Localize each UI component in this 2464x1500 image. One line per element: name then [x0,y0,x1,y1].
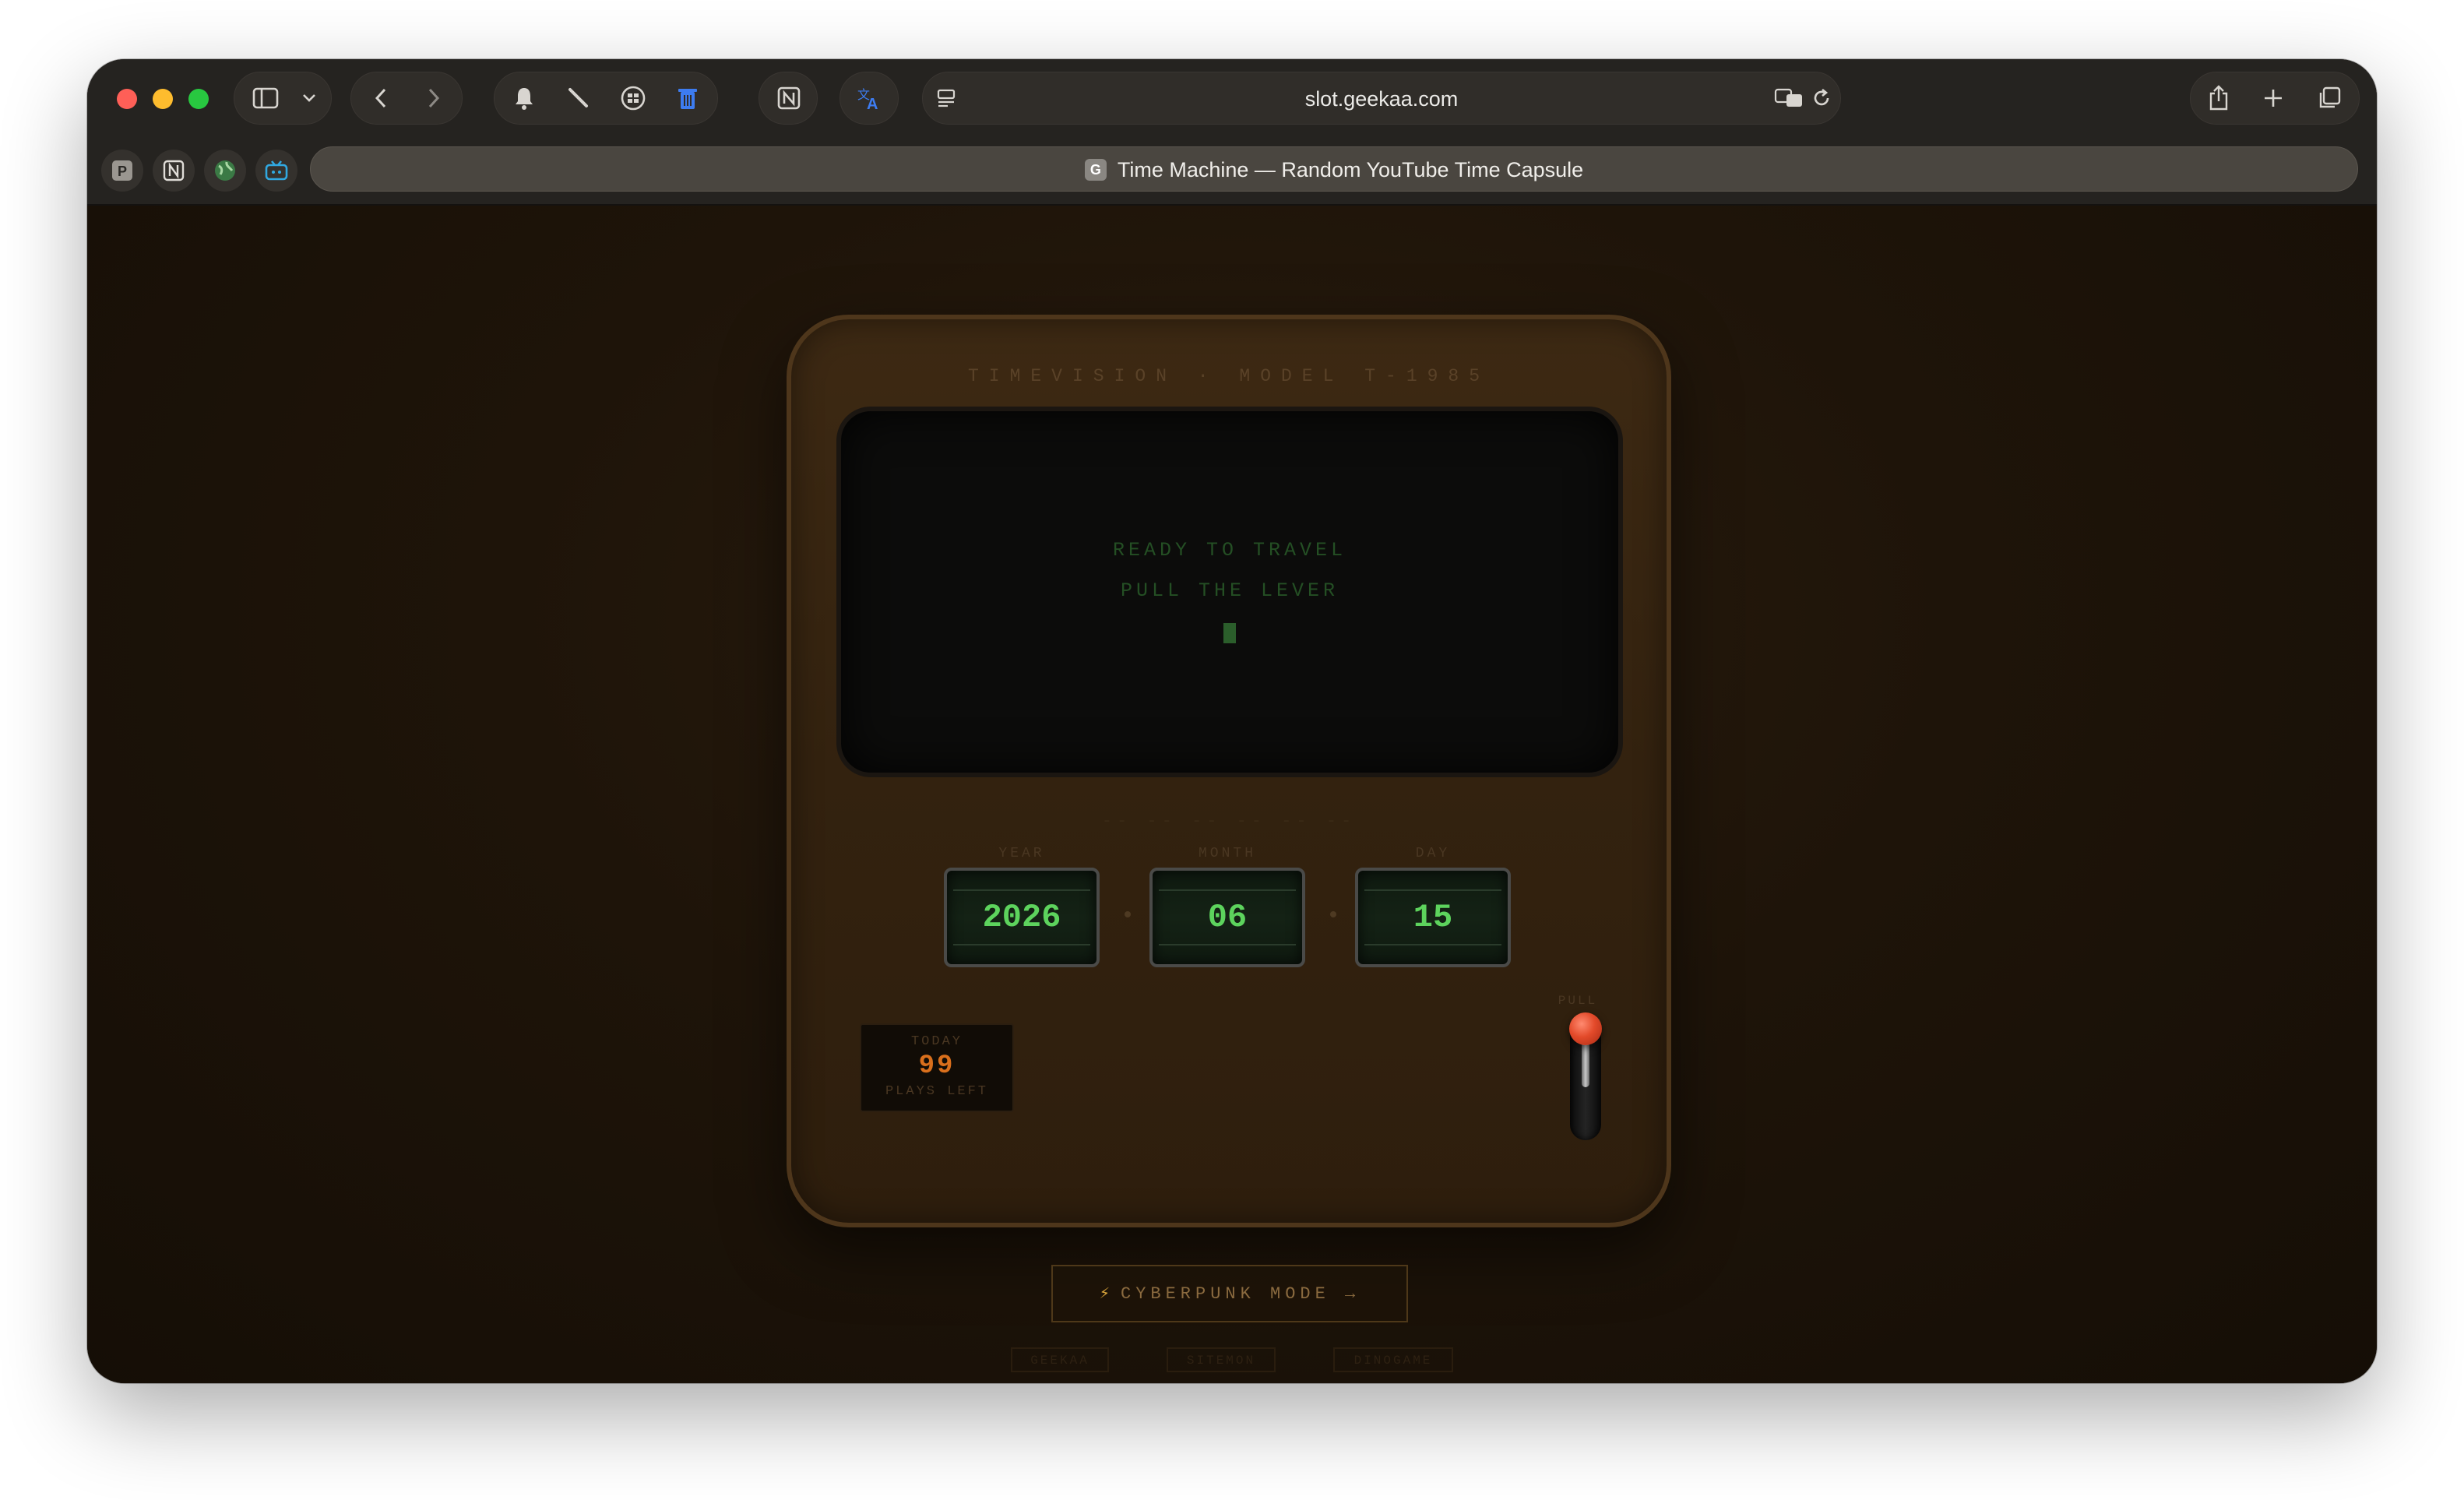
tab-favicon: G [1084,158,1107,181]
month-dial[interactable]: 06 [1149,868,1305,967]
trash-icon[interactable] [677,86,699,111]
notion-icon[interactable] [776,86,801,111]
month-value: 06 [1207,899,1248,936]
plays-left-counter: TODAY 99 PLAYS LEFT [860,1023,1014,1112]
footer-link-dinogame[interactable]: DINOGAME [1333,1347,1453,1372]
screen-instruction-line: PULL THE LEVER [1120,579,1339,602]
pinned-tab-p[interactable]: P [101,150,143,192]
address-bar[interactable]: slot.geekaa.com [922,72,1841,125]
notion-icon [163,160,185,181]
date-separator-dot [1330,911,1336,917]
blinking-cursor [1223,623,1236,643]
share-icon[interactable] [2208,84,2230,112]
time-machine-cabinet: TIMEVISION · MODEL T-1985 READY TO TRAVE… [787,315,1671,1227]
tab-title-row: G Time Machine — Random YouTube Time Caps… [311,147,2357,192]
translate-page-icon[interactable] [1774,87,1804,109]
globe-icon [213,159,237,182]
day-dial[interactable]: 15 [1355,868,1511,967]
active-tab[interactable]: G Time Machine — Random YouTube Time Caps… [310,146,2358,192]
counter-value: 99 [918,1051,956,1081]
grid-badge-icon[interactable] [620,85,646,111]
date-separator-dot [1125,911,1131,917]
pinned-tab-notion[interactable] [153,150,195,192]
navigation-pill [350,72,463,125]
bell-icon[interactable] [513,86,535,111]
translate-pill: 文A [840,72,899,125]
chevron-down-icon[interactable] [301,93,317,104]
pen-icon[interactable] [566,86,591,111]
footer-link-sitemon[interactable]: SITEMON [1167,1347,1276,1372]
notion-pill [759,72,818,125]
crt-screen: READY TO TRAVEL PULL THE LEVER [836,407,1623,777]
forward-icon[interactable] [428,87,440,109]
window-actions-pill [2190,72,2360,125]
tab-overview-icon[interactable] [2317,86,2342,111]
year-dial[interactable]: 2026 [944,868,1100,967]
url-text[interactable]: slot.geekaa.com [923,72,1840,125]
zoom-window-button[interactable] [188,89,209,109]
back-icon[interactable] [375,87,387,109]
extensions-pill [494,72,718,125]
tab-title: Time Machine — Random YouTube Time Capsu… [1117,158,1584,181]
day-value: 15 [1413,899,1453,936]
screen-status-line: READY TO TRAVEL [1112,539,1347,562]
pinned-tab-globe[interactable] [204,150,246,192]
svg-text:P: P [118,164,127,179]
counter-plays-left-label: PLAYS LEFT [885,1084,989,1099]
tv-icon [264,160,289,181]
model-label: TIMEVISION · MODEL T-1985 [967,366,1491,386]
sidebar-icon[interactable] [252,87,279,109]
translate-icon[interactable]: 文A [856,85,884,111]
minimize-window-button[interactable] [153,89,173,109]
lightning-icon: ⚡ [1099,1284,1110,1304]
tab-bar: P G Time Machine — Random YouTube Time Ca… [87,137,2377,206]
footer-link-geekaa[interactable]: GEEKAA [1011,1347,1109,1372]
counter-today-label: TODAY [910,1034,963,1049]
day-label: DAY [1415,846,1451,861]
new-tab-icon[interactable] [2262,87,2284,109]
sidebar-pill [234,72,332,125]
lever-label: PULL [1558,994,1598,1008]
cyberpunk-mode-button[interactable]: ⚡ CYBERPUNK MODE → [1051,1265,1408,1322]
close-window-button[interactable] [117,89,137,109]
reload-icon[interactable] [1811,87,1832,109]
svg-text:A: A [867,96,878,111]
cyberpunk-mode-label: CYBERPUNK MODE → [1121,1284,1360,1304]
browser-window: 文A slot.geekaa.com P G Time Machine — Ra… [87,59,2377,1383]
p-icon: P [111,160,133,181]
date-divider: -- -- -- -- -- -- [1101,812,1357,831]
month-label: MONTH [1198,846,1256,861]
lever-knob[interactable] [1569,1012,1602,1045]
browser-toolbar: 文A slot.geekaa.com [87,59,2377,137]
year-value: 2026 [982,899,1061,936]
year-label: YEAR [998,846,1045,861]
page-content: TIMEVISION · MODEL T-1985 READY TO TRAVE… [87,206,2377,1383]
pinned-tab-tv[interactable] [255,150,297,192]
